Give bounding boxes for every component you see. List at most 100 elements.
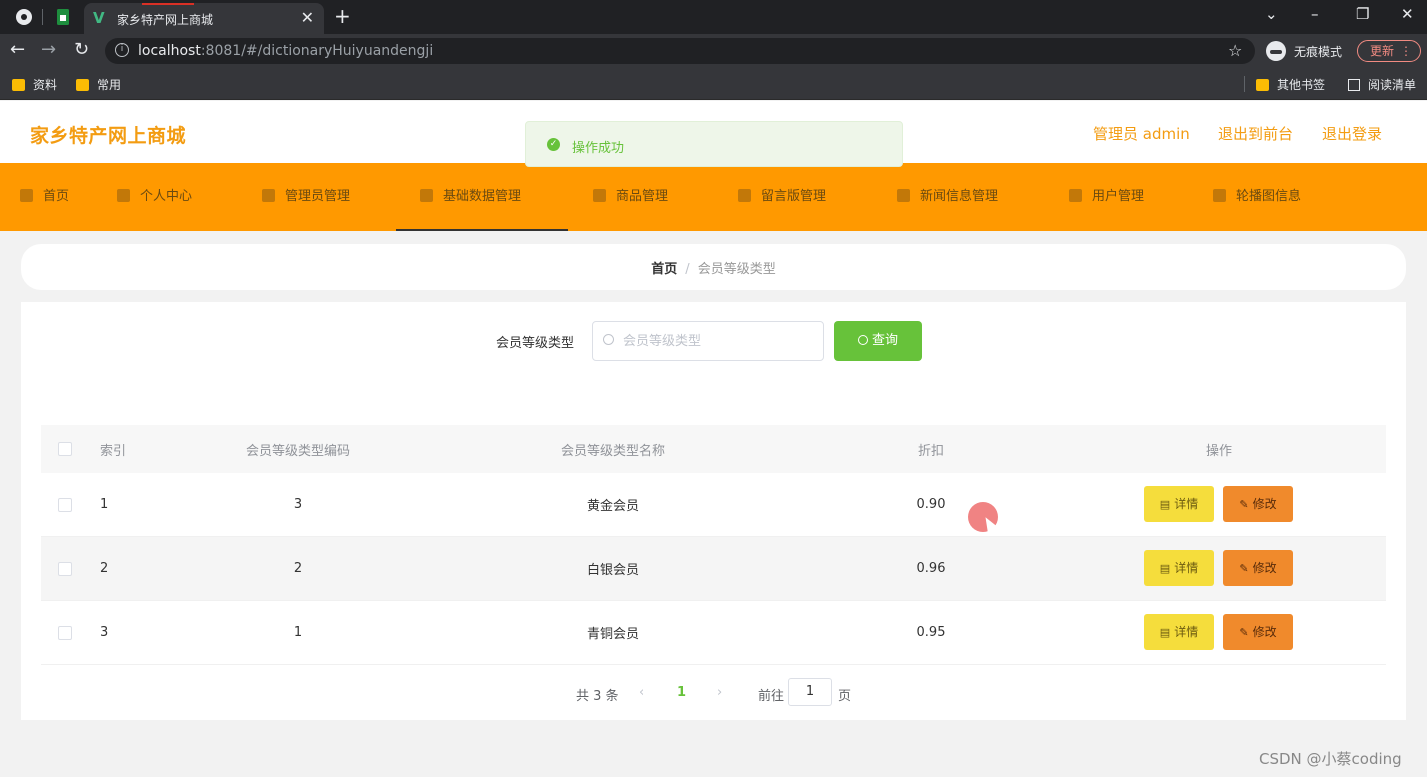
edit-icon: ✎ <box>1239 562 1249 575</box>
reload-icon[interactable]: ↻ <box>74 39 89 60</box>
nav-item-goods[interactable]: 商品管理 <box>593 163 668 231</box>
header-name: 会员等级类型名称 <box>560 443 665 459</box>
admin-label: 管理员 admin <box>1093 125 1190 143</box>
nav-item-profile[interactable]: 个人中心 <box>117 163 192 231</box>
prev-page-icon[interactable]: ‹ <box>639 685 644 700</box>
next-page-icon[interactable]: › <box>717 685 722 700</box>
cell-discount: 0.95 <box>916 625 946 640</box>
page-suffix: 页 <box>838 689 852 704</box>
checkbox-box <box>58 625 72 640</box>
tab-search-icon[interactable]: ⌄ <box>1265 5 1278 23</box>
query-button[interactable]: 查询 <box>834 321 922 361</box>
new-tab-icon[interactable]: + <box>334 4 351 28</box>
breadcrumb-home[interactable]: 首页 <box>651 262 677 277</box>
update-button[interactable]: 更新 ⋮ <box>1357 40 1421 62</box>
edit-button[interactable]: ✎ 修改 <box>1223 486 1293 522</box>
news-icon <box>897 189 910 202</box>
bookmark-label: 资料 <box>33 78 58 92</box>
back-icon[interactable]: ← <box>10 39 25 60</box>
back-to-front-link[interactable]: 退出到前台 <box>1218 123 1293 144</box>
reading-list-label: 阅读清单 <box>1368 78 1417 92</box>
cell-code: 3 <box>293 497 303 512</box>
users-icon <box>1069 189 1082 202</box>
detail-button[interactable]: ▤ 详情 <box>1144 550 1214 586</box>
tab-divider <box>42 9 43 25</box>
nav-item-label: 管理员管理 <box>285 189 351 204</box>
breadcrumb-card: 首页 / 会员等级类型 <box>21 244 1406 290</box>
bookmark-folder-changyong[interactable]: 常用 <box>76 76 121 93</box>
more-menu-icon: ⋮ <box>1400 44 1412 58</box>
search-input[interactable] <box>623 331 813 351</box>
nav-item-users[interactable]: 用户管理 <box>1069 163 1144 231</box>
nav-item-label: 个人中心 <box>140 189 193 204</box>
goto-page-input[interactable]: 1 <box>788 678 832 706</box>
message-icon <box>738 189 751 202</box>
detail-label: 详情 <box>1174 561 1199 575</box>
search-label: 会员等级类型 <box>496 336 575 351</box>
sheets-tab-icon[interactable] <box>54 8 72 26</box>
nav-item-home[interactable]: 首页 <box>20 163 69 231</box>
cell-name: 黄金会员 <box>586 499 639 514</box>
search-icon <box>857 335 868 345</box>
cell-index: 2 <box>100 561 109 576</box>
cell-name: 青铜会员 <box>586 627 639 642</box>
search-prefix-icon <box>603 334 614 345</box>
carousel-icon <box>1213 189 1226 202</box>
browser-menu-icon[interactable] <box>15 8 33 26</box>
checkbox-box <box>58 561 72 576</box>
success-check-icon: ✓ <box>547 138 560 151</box>
tab-accent <box>142 3 194 5</box>
active-tab[interactable]: V 家乡特产网上商城 ✕ <box>84 3 324 34</box>
url-host: localhost <box>138 43 201 59</box>
nav-item-basic-data[interactable]: 基础数据管理 <box>396 163 568 231</box>
row-checkbox[interactable] <box>58 473 72 536</box>
bookmark-star-icon[interactable]: ☆ <box>1228 41 1242 60</box>
forward-icon[interactable]: → <box>41 39 56 60</box>
breadcrumb-current: 会员等级类型 <box>697 262 776 277</box>
row-checkbox[interactable] <box>58 537 72 600</box>
reading-list[interactable]: 阅读清单 <box>1348 76 1416 93</box>
other-bookmarks-label: 其他书签 <box>1277 78 1326 92</box>
cell-index: 3 <box>100 625 109 640</box>
bookmark-folder-ziliao[interactable]: 资料 <box>12 76 57 93</box>
nav-item-carousel[interactable]: 轮播图信息 <box>1213 163 1301 231</box>
row-checkbox[interactable] <box>58 601 72 664</box>
tab-close-icon[interactable]: ✕ <box>301 8 314 27</box>
edit-icon: ✎ <box>1239 498 1249 511</box>
checkbox-box <box>58 497 72 512</box>
success-toast: ✓ 操作成功 <box>525 121 903 167</box>
nav-item-label: 留言版管理 <box>761 189 827 204</box>
data-icon <box>420 189 433 202</box>
nav-item-news[interactable]: 新闻信息管理 <box>897 163 998 231</box>
browser-tab-bar: V 家乡特产网上商城 ✕ + ⌄ – ❐ ✕ <box>0 0 1427 34</box>
nav-item-messages[interactable]: 留言版管理 <box>738 163 826 231</box>
goods-icon <box>593 189 606 202</box>
restore-icon[interactable]: ❐ <box>1356 5 1369 23</box>
nav-item-admins[interactable]: 管理员管理 <box>262 163 350 231</box>
edit-label: 修改 <box>1252 625 1277 639</box>
select-all-checkbox[interactable] <box>58 425 72 473</box>
url-path: :8081/#/dictionaryHuiyuandengji <box>200 43 434 59</box>
window-close-icon[interactable]: ✕ <box>1401 5 1414 23</box>
vue-favicon-icon: V <box>93 9 105 27</box>
nav-item-label: 用户管理 <box>1092 189 1145 204</box>
bookmark-divider <box>1244 76 1245 92</box>
header-code: 会员等级类型编码 <box>245 443 350 459</box>
minimize-icon[interactable]: – <box>1311 5 1319 23</box>
detail-button[interactable]: ▤ 详情 <box>1144 486 1214 522</box>
edit-button[interactable]: ✎ 修改 <box>1223 550 1293 586</box>
other-bookmarks[interactable]: 其他书签 <box>1256 76 1325 93</box>
nav-item-label: 基础数据管理 <box>443 189 522 204</box>
logout-link[interactable]: 退出登录 <box>1322 123 1382 144</box>
detail-button[interactable]: ▤ 详情 <box>1144 614 1214 650</box>
toast-message: 操作成功 <box>572 141 625 156</box>
search-field[interactable] <box>592 321 824 361</box>
watermark: CSDN @小蔡coding <box>1259 750 1402 768</box>
site-info-icon[interactable]: i <box>115 43 129 57</box>
address-bar[interactable]: i localhost:8081/#/dictionaryHuiyuandeng… <box>105 38 1255 64</box>
reading-list-icon <box>1348 79 1360 91</box>
edit-button[interactable]: ✎ 修改 <box>1223 614 1293 650</box>
page-number-current[interactable]: 1 <box>677 685 686 700</box>
address-url[interactable]: localhost:8081/#/dictionaryHuiyuandengji <box>138 43 433 59</box>
table-header: 索引 会员等级类型编码 会员等级类型名称 折扣 操作 <box>41 425 1386 473</box>
